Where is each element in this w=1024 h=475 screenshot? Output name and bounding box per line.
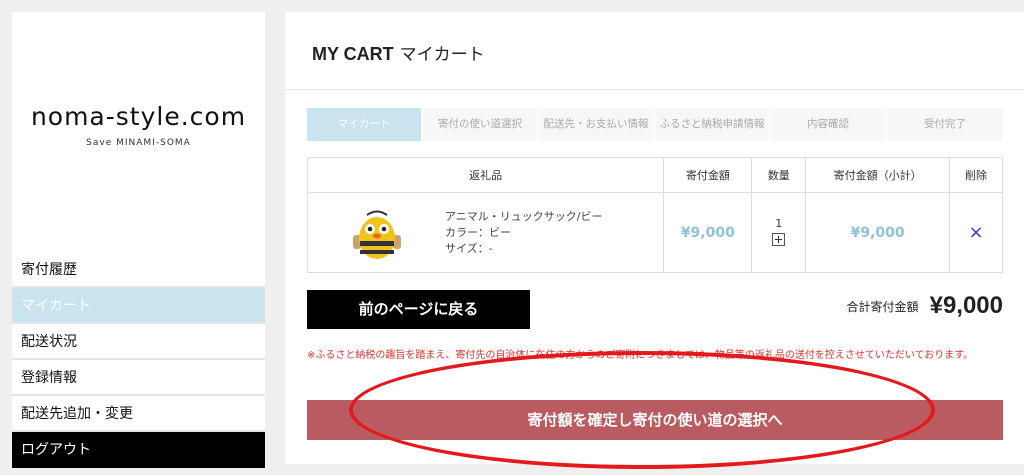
table-row: アニマル・リュックサック/ビー カラー：ビー サイズ：- ¥9,000 1 ¥9… xyxy=(306,192,1003,273)
subtotal-cell: ¥9,000 xyxy=(805,192,951,273)
site-title: noma-style.com xyxy=(30,102,247,131)
residency-notice: ※ふるさと納税の趣旨を踏まえ、寄付先の自治体に在住の方からのご寄附につきましては… xyxy=(307,350,974,361)
delete-item-button[interactable]: × xyxy=(968,222,983,243)
item-color: カラー：ビー xyxy=(445,226,511,239)
step-confirmation: 内容確認 xyxy=(771,108,887,141)
page-header: MY CART マイカート xyxy=(285,12,1024,90)
sidebar-item-address-edit[interactable]: 配送先追加・変更 xyxy=(12,396,265,432)
confirm-donation-button[interactable]: 寄付額を確定し寄付の使い道の選択へ xyxy=(307,400,1003,440)
total-value: ¥9,000 xyxy=(929,292,1003,319)
column-header-subtotal: 寄付金額（小計） xyxy=(805,157,951,193)
step-shipping-payment: 配送先・お支払い情報 xyxy=(539,108,655,141)
delete-cell: × xyxy=(949,192,1003,273)
quantity-value: 1 xyxy=(775,216,783,230)
site-logo[interactable]: noma-style.com Save MINAMI-SOMA xyxy=(12,12,265,242)
item-cell: アニマル・リュックサック/ビー カラー：ビー サイズ：- xyxy=(306,192,665,273)
sidebar-item-delivery-status[interactable]: 配送状況 xyxy=(12,324,265,360)
item-name[interactable]: アニマル・リュックサック/ビー xyxy=(445,209,603,225)
cart-table: 返礼品 寄付金額 数量 寄付金額（小計） 削除 アニマル・リュックサック/ビー … xyxy=(306,157,1003,273)
sidebar-item-my-cart[interactable]: マイカート xyxy=(12,288,265,324)
back-button[interactable]: 前のページに戻る xyxy=(307,290,530,329)
column-header-quantity: 数量 xyxy=(751,157,807,193)
quantity-cell: 1 xyxy=(751,192,807,273)
column-header-item: 返礼品 xyxy=(306,157,665,193)
sidebar-nav: 寄付履歴 マイカート 配送状況 登録情報 配送先追加・変更 ログアウト xyxy=(12,252,265,468)
item-price: ¥9,000 xyxy=(680,224,735,241)
sidebar-item-donation-history[interactable]: 寄付履歴 xyxy=(12,252,265,288)
table-header-row: 返礼品 寄付金額 数量 寄付金額（小計） 削除 xyxy=(306,157,1003,193)
main-panel: MY CART マイカート マイカート 寄付の使い道選択 配送先・お支払い情報 ふ… xyxy=(285,12,1024,464)
sidebar-item-registration-info[interactable]: 登録情報 xyxy=(12,360,265,396)
bee-backpack-image[interactable] xyxy=(348,205,406,263)
total-label: 合計寄付金額 xyxy=(846,299,919,314)
price-cell: ¥9,000 xyxy=(663,192,753,273)
step-furusato-application: ふるさと納税申請情報 xyxy=(655,108,771,141)
column-header-price: 寄付金額 xyxy=(663,157,753,193)
item-subtotal: ¥9,000 xyxy=(850,224,905,241)
page-title-ja: マイカート xyxy=(399,45,485,65)
total-amount: 合計寄付金額 ¥9,000 xyxy=(846,292,1003,320)
step-usage-selection: 寄付の使い道選択 xyxy=(423,108,539,141)
step-complete: 受付完了 xyxy=(887,108,1003,141)
page-title-en: MY CART xyxy=(312,44,394,64)
column-header-delete: 削除 xyxy=(949,157,1003,193)
item-size: サイズ：- xyxy=(445,242,493,255)
sidebar-item-logout[interactable]: ログアウト xyxy=(12,432,265,468)
sidebar: noma-style.com Save MINAMI-SOMA 寄付履歴 マイカ… xyxy=(12,12,265,468)
quantity-increase-button[interactable] xyxy=(772,232,786,246)
site-subtitle: Save MINAMI-SOMA xyxy=(86,138,191,148)
progress-steps: マイカート 寄付の使い道選択 配送先・お支払い情報 ふるさと納税申請情報 内容確… xyxy=(307,108,1003,141)
page-title: MY CART マイカート xyxy=(312,40,485,65)
item-details: アニマル・リュックサック/ビー カラー：ビー サイズ：- xyxy=(445,209,603,257)
step-my-cart: マイカート xyxy=(307,108,423,141)
